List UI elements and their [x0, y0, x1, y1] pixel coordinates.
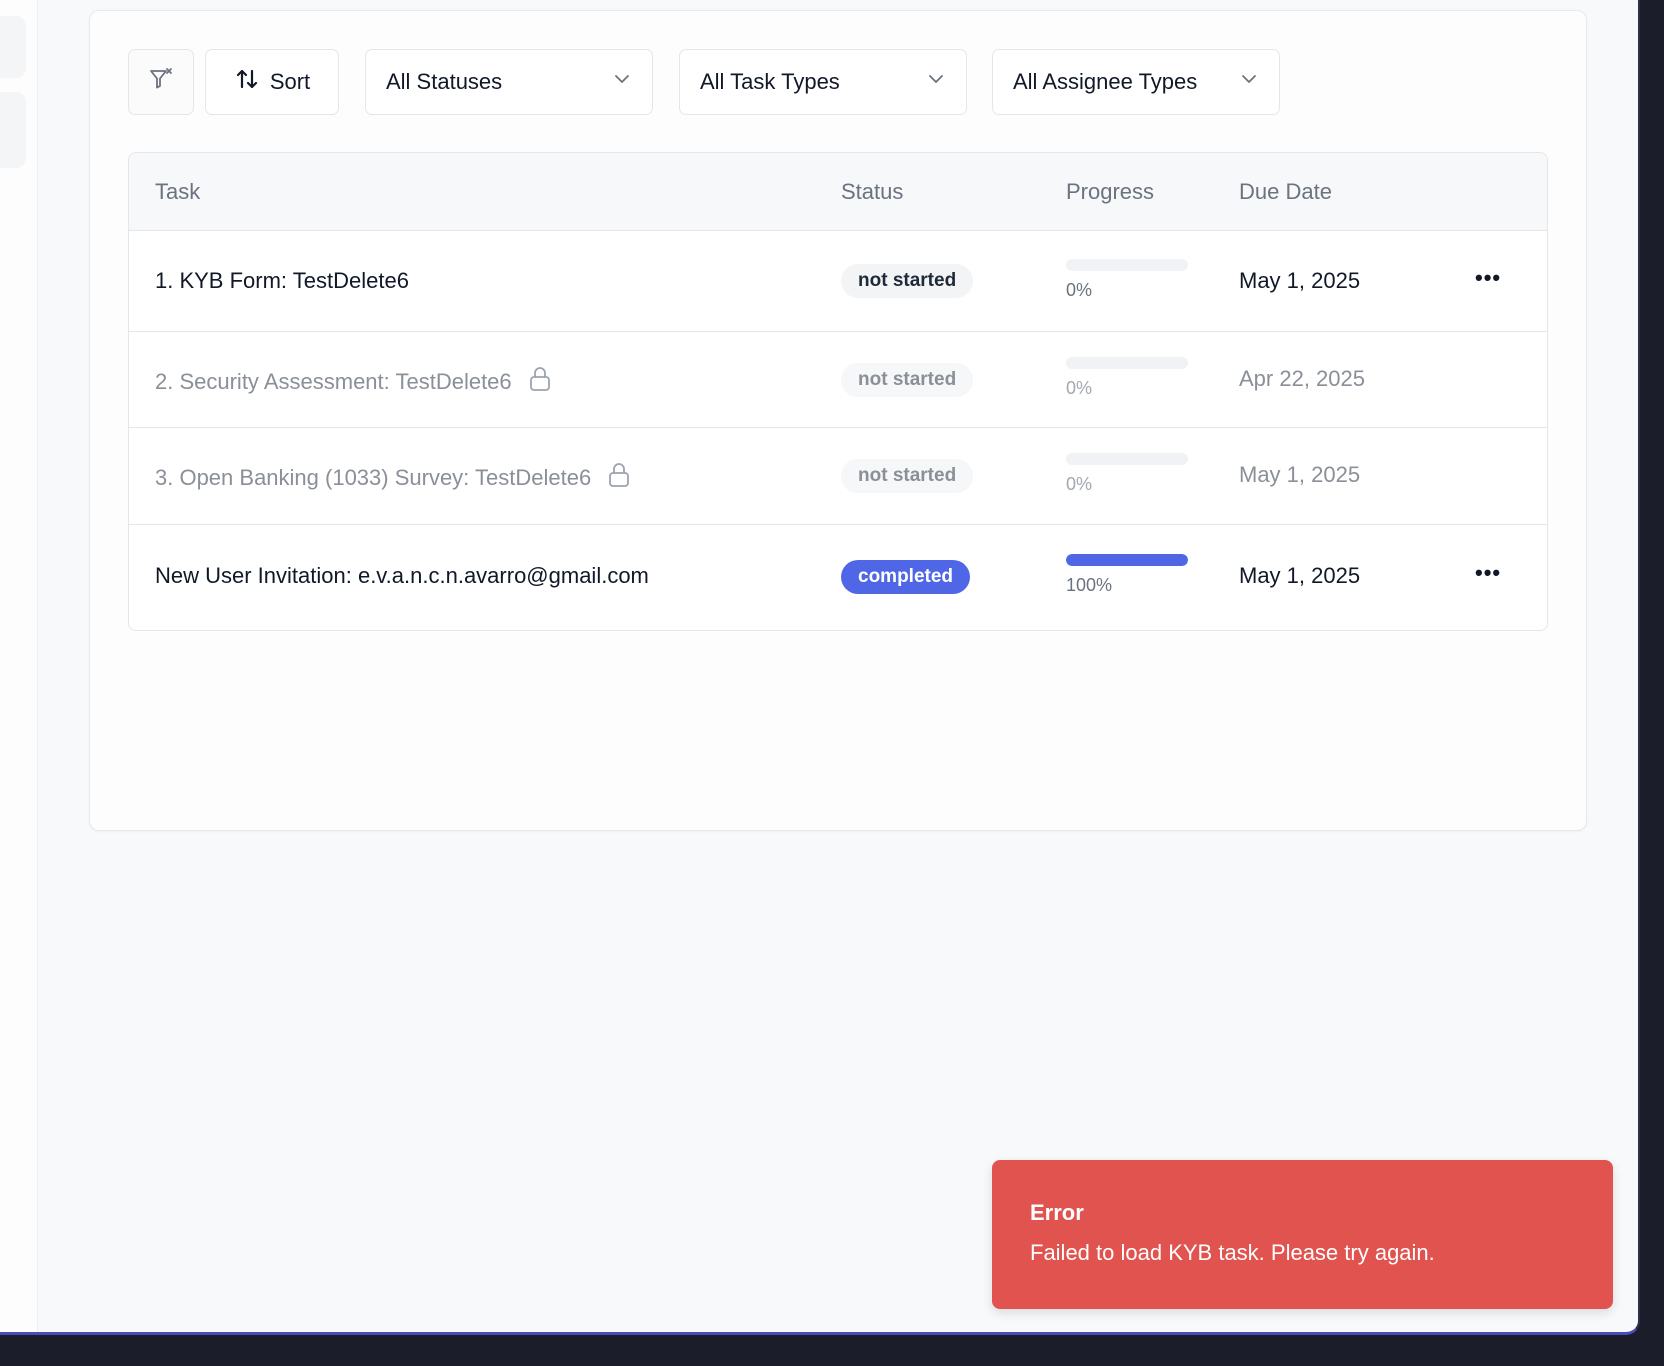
chevron-down-icon	[926, 69, 946, 95]
sort-button[interactable]: Sort	[205, 49, 339, 115]
due-date: May 1, 2025	[1239, 268, 1361, 293]
sidebar-item-placeholder[interactable]	[0, 16, 26, 78]
task-type-filter-value: All Task Types	[700, 69, 840, 94]
chevron-down-icon	[612, 69, 632, 95]
progress-cell: 0%	[1066, 259, 1188, 301]
status-cell: not started	[841, 264, 974, 298]
task-label: 3. Open Banking (1033) Survey: TestDelet…	[155, 465, 592, 490]
row-actions-button[interactable]: •••	[1475, 560, 1501, 586]
status-cell: completed	[841, 560, 971, 594]
table-row: 2. Security Assessment: TestDelete6 not …	[129, 332, 1547, 428]
table-header: Task Status Progress Due Date	[129, 153, 1547, 231]
error-toast[interactable]: Error Failed to load KYB task. Please tr…	[992, 1160, 1613, 1309]
progress-percent: 0%	[1066, 474, 1093, 494]
status-badge: not started	[841, 264, 974, 298]
table-row[interactable]: 1. KYB Form: TestDelete6 not started 0% …	[129, 231, 1547, 332]
status-filter-value: All Statuses	[386, 69, 503, 94]
status-cell: not started	[841, 459, 974, 493]
header-status: Status	[841, 179, 904, 204]
progress-cell: 100%	[1066, 554, 1188, 596]
assignee-type-filter-select[interactable]: All Assignee Types	[992, 49, 1280, 115]
row-actions-button[interactable]: •••	[1475, 265, 1501, 291]
due-date: Apr 22, 2025	[1239, 366, 1365, 391]
sort-arrows-icon	[234, 66, 260, 98]
progress-bar	[1066, 259, 1188, 271]
progress-percent: 0%	[1066, 378, 1093, 398]
app-viewport: Sort All Statuses All Task Types All Ass…	[0, 0, 1640, 1335]
sidebar-collapsed	[0, 0, 38, 1332]
sort-label: Sort	[269, 69, 311, 94]
progress-percent: 100%	[1066, 575, 1113, 595]
status-badge: not started	[841, 459, 974, 493]
task-name: 3. Open Banking (1033) Survey: TestDelet…	[155, 462, 631, 494]
progress-bar	[1066, 554, 1188, 566]
task-label: New User Invitation: e.v.a.n.c.n.avarro@…	[155, 563, 649, 588]
task-name: 1. KYB Form: TestDelete6	[155, 268, 409, 294]
progress-cell: 0%	[1066, 357, 1188, 399]
header-due-date: Due Date	[1239, 179, 1332, 204]
toast-message: Failed to load KYB task. Please try agai…	[1030, 1240, 1435, 1265]
status-filter-select[interactable]: All Statuses	[365, 49, 653, 115]
header-task: Task	[155, 179, 201, 204]
chevron-down-icon	[1239, 69, 1259, 95]
task-name: New User Invitation: e.v.a.n.c.n.avarro@…	[155, 563, 649, 589]
lock-icon	[607, 462, 631, 494]
task-name: 2. Security Assessment: TestDelete6	[155, 366, 552, 398]
progress-bar-fill	[1066, 554, 1188, 566]
table-row: 3. Open Banking (1033) Survey: TestDelet…	[129, 428, 1547, 525]
table-row[interactable]: New User Invitation: e.v.a.n.c.n.avarro@…	[129, 525, 1547, 629]
assignee-type-filter-value: All Assignee Types	[1013, 69, 1198, 94]
tasks-table: Task Status Progress Due Date 1. KYB For…	[128, 152, 1548, 631]
status-badge: completed	[841, 560, 971, 594]
progress-bar	[1066, 357, 1188, 369]
tasks-card: Sort All Statuses All Task Types All Ass…	[89, 10, 1587, 831]
toast-title: Error	[1030, 1200, 1084, 1225]
sidebar-item-placeholder[interactable]	[0, 92, 26, 168]
status-cell: not started	[841, 363, 974, 397]
progress-cell: 0%	[1066, 453, 1188, 495]
due-date: May 1, 2025	[1239, 563, 1361, 588]
status-badge: not started	[841, 363, 974, 397]
clear-filters-button[interactable]	[128, 49, 194, 115]
task-label: 1. KYB Form: TestDelete6	[155, 268, 409, 293]
filter-clear-icon	[148, 66, 174, 98]
progress-bar	[1066, 453, 1188, 465]
due-date: May 1, 2025	[1239, 462, 1361, 487]
progress-percent: 0%	[1066, 280, 1093, 300]
header-progress: Progress	[1066, 179, 1155, 204]
lock-icon	[528, 366, 552, 398]
task-type-filter-select[interactable]: All Task Types	[679, 49, 967, 115]
task-label: 2. Security Assessment: TestDelete6	[155, 369, 512, 394]
